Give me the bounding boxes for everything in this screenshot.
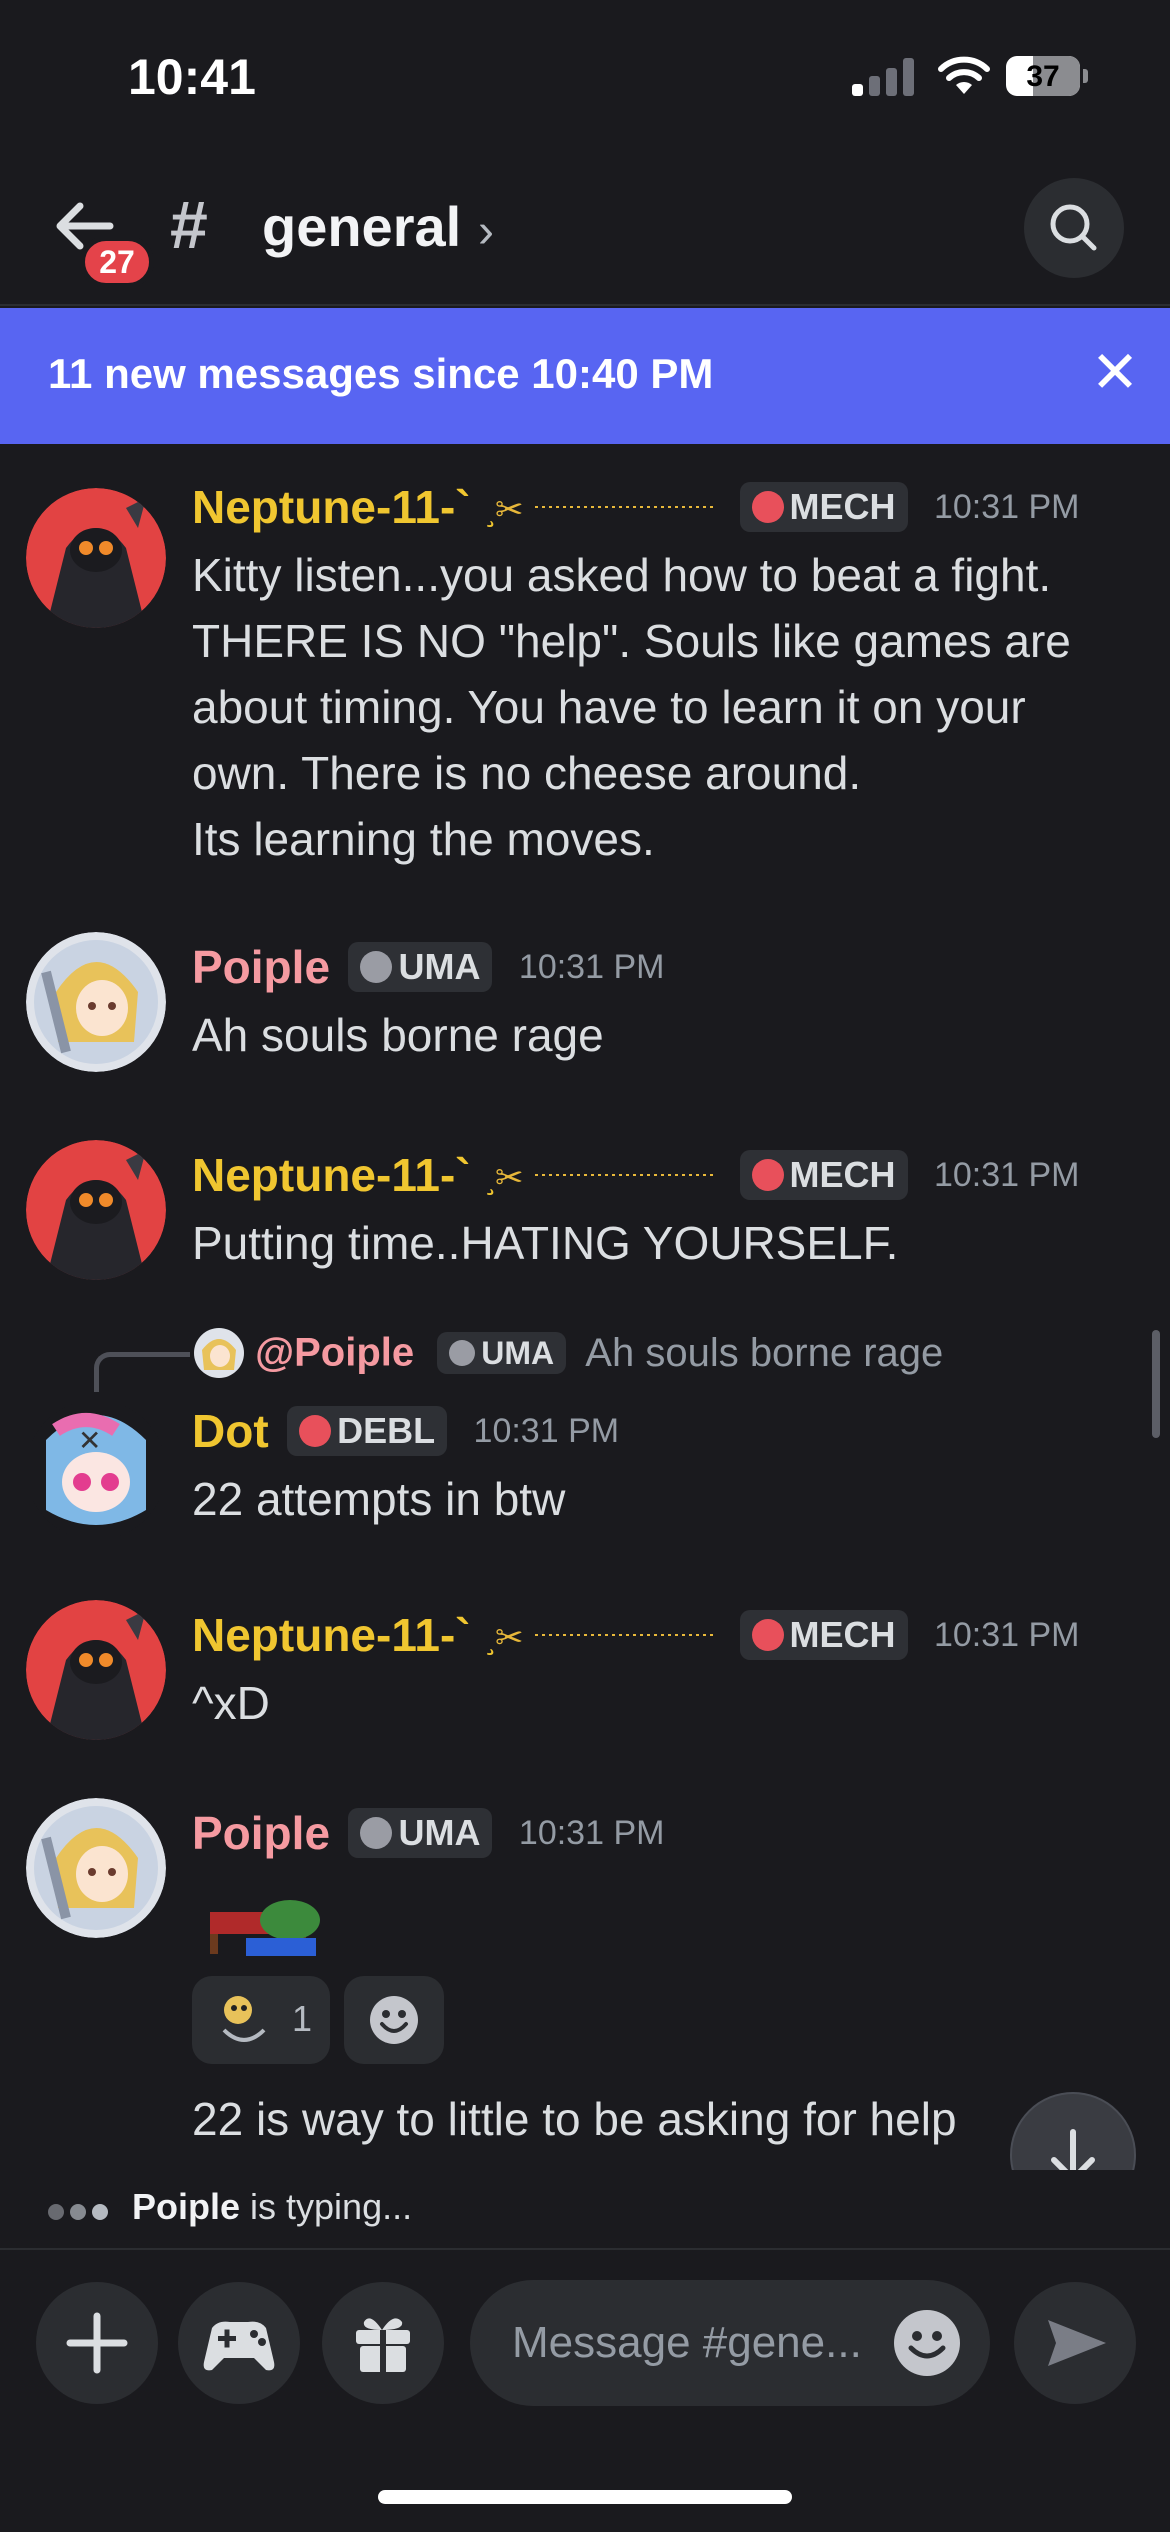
role-tag[interactable]: MECH [739,482,908,532]
role-label: MECH [789,1154,896,1195]
role-label: MECH [789,486,896,527]
message-item[interactable]: @Poiple UMA Ah souls borne rage ✕ Dot DE… [0,1328,1170,1568]
pepe-bed-emoji [210,1900,320,1956]
message-text: 22 attempts in btw [192,1473,566,1525]
message-item[interactable]: Neptune-11-` ¸ ✂ MECH 10:31 PM Kitty lis… [0,470,1170,865]
plus-icon [66,2312,128,2374]
chevron-right-icon[interactable]: › [478,204,494,259]
send-button[interactable] [1014,2282,1136,2404]
channel-header: 27 # general › [0,150,1170,306]
username[interactable]: Neptune-11-` [192,480,471,534]
unread-badge: 27 [80,236,154,288]
message-text: ^xD [192,1677,270,1729]
role-label: UMA [398,946,481,987]
svg-text:✕: ✕ [78,1424,101,1457]
scissors-icon: ¸ ✂ [483,1158,718,1195]
timestamp: 10:31 PM [473,1411,620,1450]
new-messages-text: 11 new messages since 10:40 PM [48,350,714,397]
role-tag[interactable]: MECH [739,1150,908,1200]
role-tag[interactable]: DEBL [287,1406,448,1456]
timestamp: 10:31 PM [518,947,665,986]
avatar[interactable] [26,932,166,1072]
scissors-icon: ¸ ✂ [483,490,718,527]
reply-mention[interactable]: @Poiple [255,1331,414,1375]
send-icon [1048,2320,1106,2366]
role-tag[interactable]: MECH [739,1610,908,1660]
typing-indicator: Poiple is typing... [0,2170,1170,2246]
message-input-placeholder: Message #gene... [512,2318,862,2367]
wifi-icon [938,56,990,94]
message-item[interactable]: Poiple UMA 10:31 PM Ah souls borne rage [0,932,1170,1082]
avatar[interactable] [26,488,166,628]
svg-text:✂: ✂ [495,490,524,527]
message-text: Its learning the moves. [192,813,655,865]
message-text: Putting time..HATING YOURSELF. [192,1217,899,1269]
timestamp: 10:31 PM [518,1813,665,1852]
avatar[interactable] [26,1140,166,1280]
username[interactable]: Neptune-11-` [192,1148,471,1202]
reply-connector [94,1352,190,1392]
status-bar: 10:41 37 [0,0,1170,150]
role-label: MECH [789,1614,896,1655]
custom-emoji-icon [222,1996,266,2042]
typing-suffix: is typing... [240,2186,413,2227]
add-attachment-button[interactable] [36,2282,158,2404]
timestamp: 10:31 PM [933,1155,1080,1194]
channel-title[interactable]: general [262,194,461,259]
scissors-icon: ¸ ✂ [483,1618,718,1655]
timestamp: 10:31 PM [933,1615,1080,1654]
add-reaction-button[interactable] [344,1976,444,2064]
timestamp: 10:31 PM [933,487,1080,526]
avatar[interactable] [26,1798,166,1938]
smiley-icon [908,2331,946,2359]
message-item[interactable]: Neptune-11-` ¸ ✂ MECH 10:31 PM Putting t… [0,1140,1170,1290]
message-text: 22 is way to little to be asking for hel… [192,2093,957,2145]
svg-text:✂: ✂ [495,1618,524,1655]
username[interactable]: Neptune-11-` [192,1608,471,1662]
gamepad-icon [203,2321,275,2371]
message-list[interactable]: Neptune-11-` ¸ ✂ MECH 10:31 PM Kitty lis… [0,444,1170,2170]
home-indicator[interactable] [378,2490,792,2504]
battery-percent: 37 [1026,60,1060,93]
message-item[interactable]: Neptune-11-` ¸ ✂ MECH 10:31 PM ^xD [0,1600,1170,1750]
avatar[interactable]: ✕ [26,1400,166,1540]
role-label: UMA [481,1334,555,1371]
gift-button[interactable] [322,2282,444,2404]
close-icon[interactable]: ✕ [1080,338,1150,408]
svg-text:✂: ✂ [495,1158,524,1195]
message-text: Ah souls borne rage [192,1009,604,1061]
battery-icon: 37 [1006,56,1088,96]
reply-avatar [194,1328,244,1378]
message-text: Kitty listen...you asked how to beat a f… [192,549,1071,799]
smiley-icon [370,1996,418,2044]
search-icon [1050,204,1097,251]
reaction-count: 1 [292,1998,313,2039]
role-label: UMA [398,1812,481,1853]
scrollbar[interactable] [1152,1330,1160,1438]
avatar[interactable] [26,1600,166,1740]
role-tag: UMA [437,1332,567,1374]
typing-user: Poiple [132,2186,241,2227]
message-item[interactable]: Poiple UMA 10:31 PM 1 22 is way to littl… [0,1798,1170,2170]
hashtag-icon: # [170,187,208,263]
role-label: DEBL [337,1410,436,1451]
role-tag[interactable]: UMA [348,1808,493,1858]
reaction-pill[interactable]: 1 [192,1976,330,2064]
username[interactable]: Poiple [192,1806,330,1860]
typing-dots-icon [48,2204,114,2225]
cellular-signal-icon [852,58,916,96]
reply-text: Ah souls borne rage [585,1330,944,1375]
gift-icon [356,2318,410,2372]
username[interactable]: Dot [192,1404,269,1458]
username[interactable]: Poiple [192,940,330,994]
new-messages-banner[interactable]: 11 new messages since 10:40 PM ✕ [0,308,1170,444]
status-time: 10:41 [128,49,256,105]
message-input[interactable]: Message #gene... [470,2280,990,2406]
emoji-button[interactable] [894,2310,960,2376]
search-button[interactable] [1024,178,1124,278]
activities-button[interactable] [178,2282,300,2404]
role-tag[interactable]: UMA [348,942,493,992]
